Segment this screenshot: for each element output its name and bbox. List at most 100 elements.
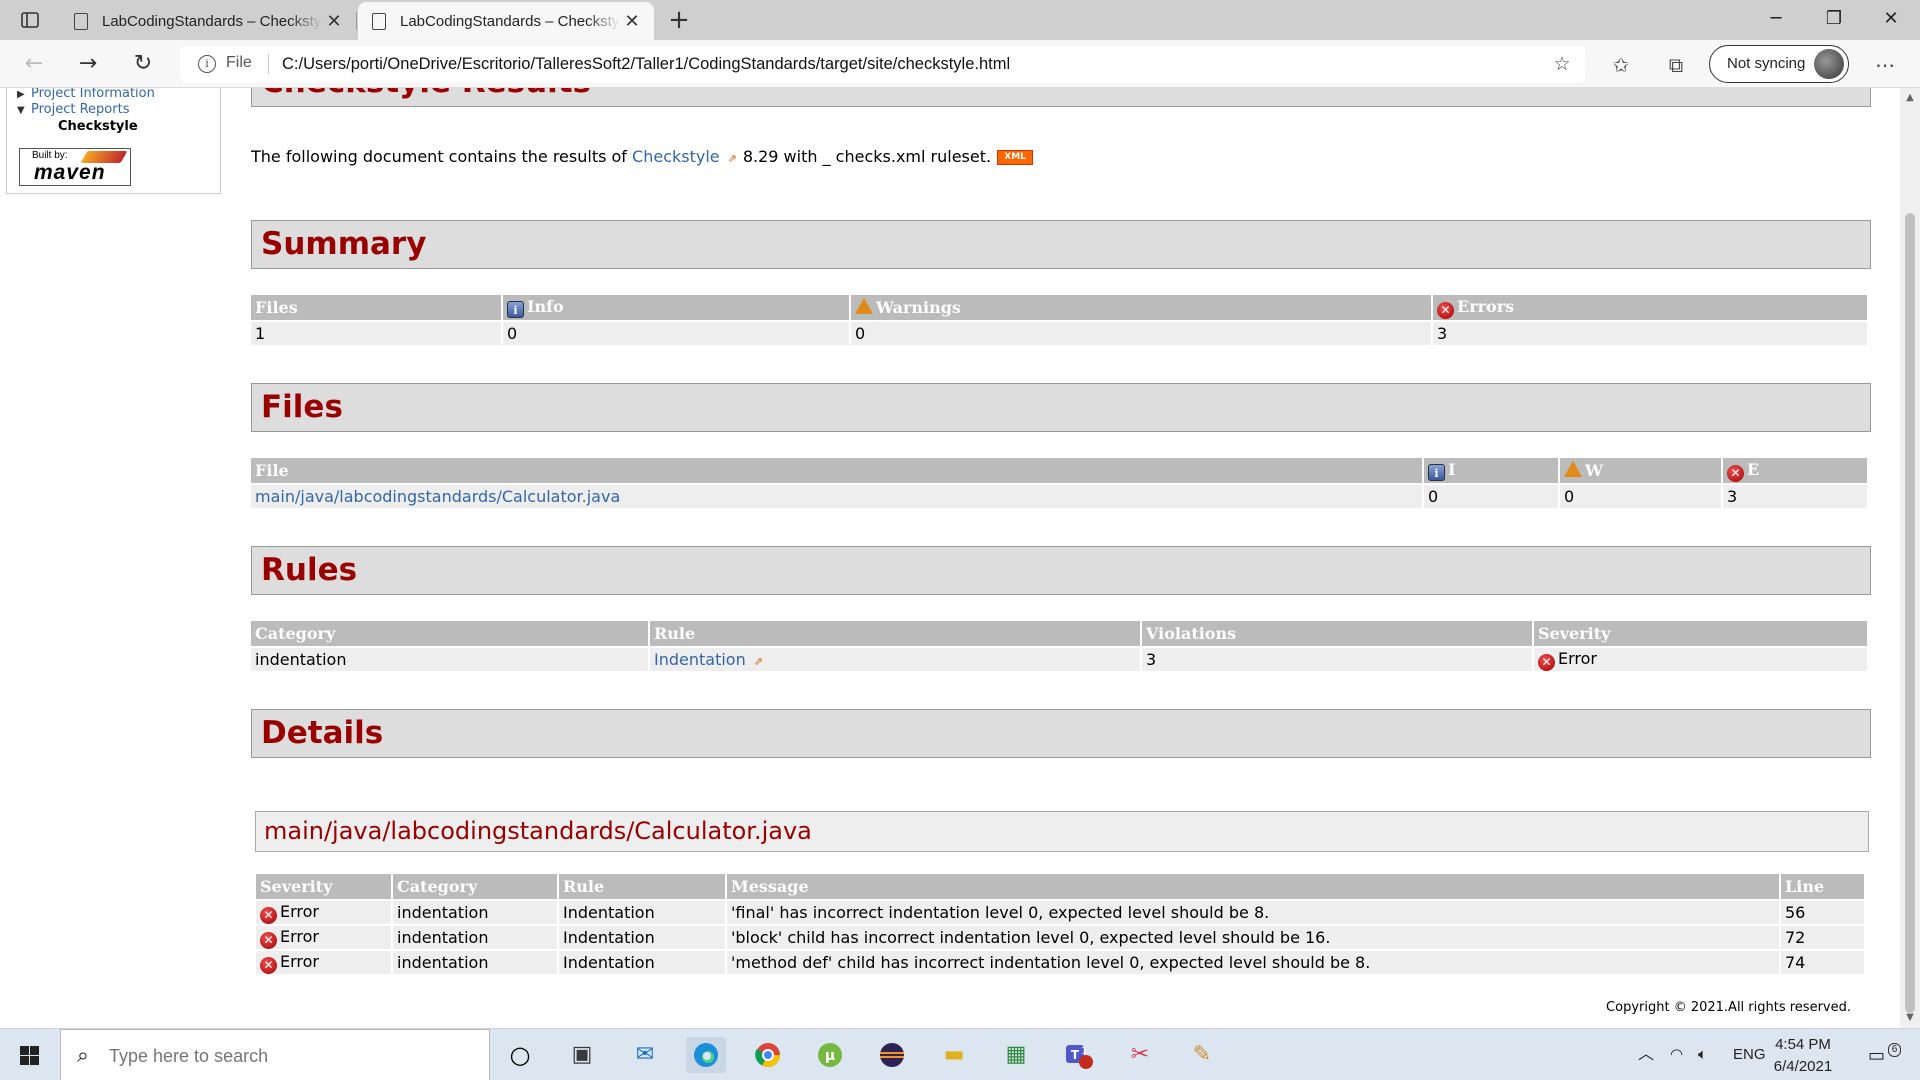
edge-logo-icon <box>694 1043 718 1067</box>
restore-button[interactable]: ❐ <box>1805 0 1863 40</box>
add-favorite-icon[interactable]: ☆ <box>1549 51 1575 77</box>
info-icon[interactable]: i <box>198 55 216 73</box>
file-explorer-icon[interactable]: ▬ <box>934 1037 974 1073</box>
info-header: i Info <box>503 295 849 320</box>
notification-count: 6 <box>1888 1043 1901 1057</box>
severity-header: Severity <box>1534 621 1867 646</box>
edge-browser-icon[interactable] <box>686 1037 726 1073</box>
close-tab-icon[interactable]: ✕ <box>622 11 642 31</box>
table-row: ✕ Error indentation Indentation 'block' c… <box>256 926 1864 949</box>
network-icon[interactable]: ◠ <box>1670 1029 1683 1080</box>
snipping-tool-icon[interactable]: ✂ <box>1120 1037 1160 1073</box>
severity-cell: ✕ Error <box>256 926 391 949</box>
external-link-icon: ⇗ <box>753 655 763 668</box>
rules-table: Category Rule Violations Severity indent… <box>249 619 1869 673</box>
error-icon: ✕ <box>1538 653 1555 671</box>
warnings-header: Warnings <box>851 295 1431 320</box>
severity-header: Severity <box>256 874 391 899</box>
url-scheme: File <box>226 54 252 71</box>
start-button[interactable] <box>0 1029 60 1080</box>
file-cell: main/java/labcodingstandards/Calculator.… <box>251 485 1422 508</box>
system-clock[interactable]: 4:54 PM 6/4/2021 <box>1758 1034 1848 1078</box>
url-input[interactable] <box>282 50 1382 78</box>
indentation-rule-link[interactable]: Indentation <box>654 650 746 669</box>
tab-title: LabCodingStandards – Checkstyle Results <box>400 12 620 30</box>
paint-brush-icon[interactable]: ✎ <box>1182 1037 1222 1073</box>
built-by-maven-logo[interactable]: Built by: maven <box>19 148 131 186</box>
new-tab-button[interactable]: + <box>664 6 694 36</box>
volume-icon[interactable]: 🔈︎ <box>1698 1029 1707 1080</box>
checkstyle-link[interactable]: Checkstyle <box>632 147 720 166</box>
paint-icon[interactable]: ▦ <box>996 1037 1036 1073</box>
eclipse-icon[interactable] <box>872 1037 912 1073</box>
page-scrollbar[interactable]: ▲ ▼ <box>1900 88 1920 1028</box>
calculator-file-link[interactable]: main/java/labcodingstandards/Calculator.… <box>255 487 620 506</box>
category-cell: indentation <box>251 648 648 671</box>
error-icon: ✕ <box>260 956 277 974</box>
details-heading: Details <box>251 709 1871 758</box>
omnibox-divider <box>268 54 269 74</box>
close-window-button[interactable]: ✕ <box>1862 0 1920 40</box>
table-row: ✕ Error indentation Indentation 'method d… <box>256 951 1864 974</box>
category-header: Category <box>251 621 648 646</box>
eclipse-logo-icon <box>880 1043 904 1067</box>
back-button[interactable]: ← <box>16 48 52 80</box>
errors-count: 3 <box>1433 322 1867 345</box>
document-icon <box>74 12 88 30</box>
cortana-icon[interactable]: ○ <box>500 1037 540 1073</box>
windows-taskbar: ⌕ ○ ▣ ✉ µ ▬ ▦ T 1 ✂ ✎ ︿ ◠ 🔈︎ ENG 4:54 PM… <box>0 1028 1920 1080</box>
browser-tab-1[interactable]: LabCodingStandards – Checkstyle Results … <box>60 2 356 40</box>
files-heading: Files <box>251 383 1871 432</box>
forward-button[interactable]: → <box>70 48 106 80</box>
message-cell: 'block' child has incorrect indentation … <box>727 926 1779 949</box>
utorrent-icon[interactable]: µ <box>810 1037 850 1073</box>
xml-badge[interactable]: XML <box>997 150 1034 165</box>
favorites-icon[interactable]: ✩ <box>1606 50 1636 80</box>
message-header: Message <box>727 874 1779 899</box>
line-cell: 74 <box>1781 951 1864 974</box>
show-hidden-icons[interactable]: ︿ <box>1638 1029 1654 1080</box>
refresh-button[interactable]: ↻ <box>125 48 161 80</box>
nav-project-information[interactable]: ▶ Project Information <box>17 88 155 101</box>
e-label: E <box>1747 459 1760 479</box>
nav-project-reports[interactable]: ▼ Project Reports <box>17 102 129 117</box>
warning-icon <box>1564 461 1582 477</box>
table-row: indentation Indentation ⇗ 3 ✕ Error <box>251 648 1867 671</box>
store-icon[interactable]: ▣ <box>562 1037 602 1073</box>
i-header: iI <box>1424 458 1558 483</box>
error-icon: ✕ <box>1437 301 1454 319</box>
tab-divider <box>356 12 357 30</box>
i-label: I <box>1448 460 1456 479</box>
browser-tab-strip: LabCodingStandards – Checkstyle Results … <box>0 0 1920 40</box>
document-icon <box>372 12 386 30</box>
windows-logo-icon <box>20 1046 39 1065</box>
browser-tab-2[interactable]: LabCodingStandards – Checkstyle Results … <box>358 2 654 40</box>
minimize-button[interactable]: ─ <box>1747 0 1805 40</box>
taskbar-search[interactable]: ⌕ <box>60 1029 490 1080</box>
scrollbar-thumb[interactable] <box>1905 213 1915 1013</box>
mail-icon[interactable]: ✉ <box>625 1037 665 1073</box>
category-header: Category <box>393 874 557 899</box>
table-row: main/java/labcodingstandards/Calculator.… <box>251 485 1867 508</box>
copyright-notice: Copyright © 2021.All rights reserved. <box>1606 1000 1851 1015</box>
collections-icon[interactable]: ⧉ <box>1661 50 1691 80</box>
scroll-up-icon[interactable]: ▲ <box>1904 92 1916 104</box>
violations-cell: 3 <box>1142 648 1532 671</box>
teams-icon[interactable]: T 1 <box>1058 1037 1098 1073</box>
info-icon: i <box>507 301 524 318</box>
chrome-icon[interactable] <box>748 1037 788 1073</box>
warning-icon <box>855 298 873 314</box>
search-input[interactable] <box>109 1042 469 1070</box>
severity-cell: ✕ Error <box>1534 648 1867 671</box>
logo-text: Built by: <box>32 150 68 161</box>
close-tab-icon[interactable]: ✕ <box>324 11 344 31</box>
tab-actions-button[interactable] <box>14 8 46 32</box>
notifications-button[interactable]: ▭ 6 <box>1868 1029 1908 1080</box>
profile-sync-button[interactable]: Not syncing <box>1709 45 1849 83</box>
more-options-icon[interactable]: ⋯ <box>1870 50 1900 80</box>
address-bar[interactable]: i File ☆ <box>180 46 1585 82</box>
scroll-down-icon[interactable]: ▼ <box>1904 1012 1916 1024</box>
expanded-caret-icon: ▼ <box>17 105 25 116</box>
files-count: 1 <box>251 322 501 345</box>
clock-date: 6/4/2021 <box>1773 1058 1833 1075</box>
